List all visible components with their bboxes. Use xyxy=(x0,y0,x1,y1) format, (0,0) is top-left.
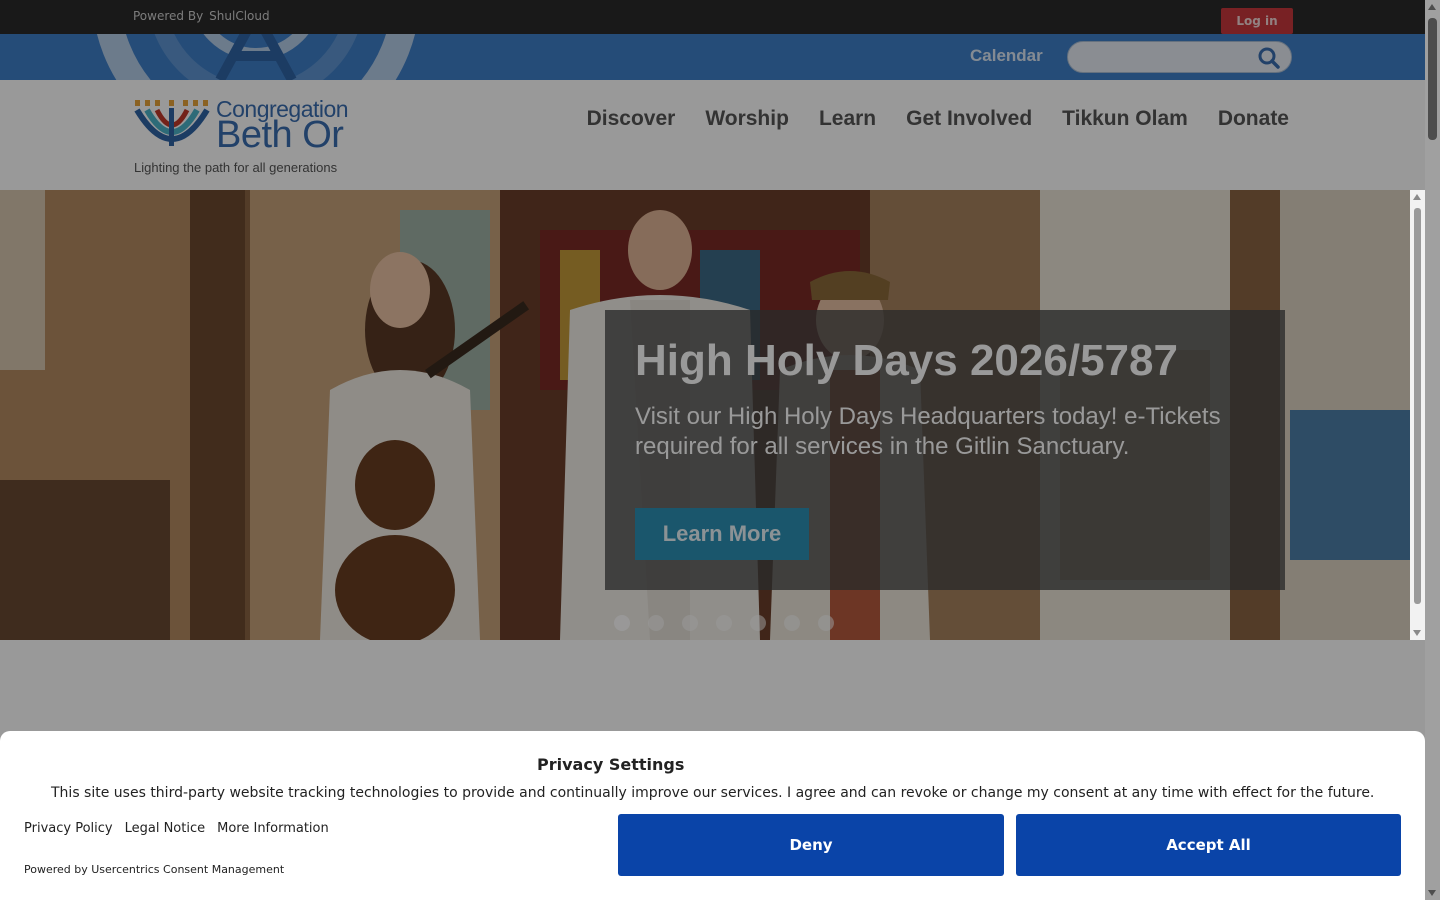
privacy-consent-banner: Privacy Settings This site uses third-pa… xyxy=(0,731,1425,900)
privacy-policy-link[interactable]: Privacy Policy xyxy=(24,821,113,836)
page: Powered By ShulCloud Log in Calendar Con… xyxy=(0,0,1425,900)
consent-description: This site uses third-party website track… xyxy=(51,785,1375,801)
consent-title: Privacy Settings xyxy=(537,755,685,774)
hero-scrollbar[interactable] xyxy=(1410,190,1425,640)
accept-all-button[interactable]: Accept All xyxy=(1016,814,1401,876)
page-scroll-down-arrow-icon[interactable] xyxy=(1428,890,1436,896)
hero-scrollbar-thumb[interactable] xyxy=(1414,208,1421,604)
page-scrollbar[interactable] xyxy=(1425,0,1440,900)
scroll-up-arrow-icon[interactable] xyxy=(1413,194,1421,200)
scroll-down-arrow-icon[interactable] xyxy=(1413,630,1421,636)
page-scroll-up-arrow-icon[interactable] xyxy=(1428,4,1436,10)
page-scrollbar-thumb[interactable] xyxy=(1428,18,1437,140)
legal-notice-link[interactable]: Legal Notice xyxy=(125,821,206,836)
deny-button[interactable]: Deny xyxy=(618,814,1004,876)
more-information-link[interactable]: More Information xyxy=(217,821,329,836)
consent-links: Privacy Policy Legal Notice More Informa… xyxy=(24,821,329,836)
usercentrics-credit[interactable]: Powered by Usercentrics Consent Manageme… xyxy=(24,863,284,876)
